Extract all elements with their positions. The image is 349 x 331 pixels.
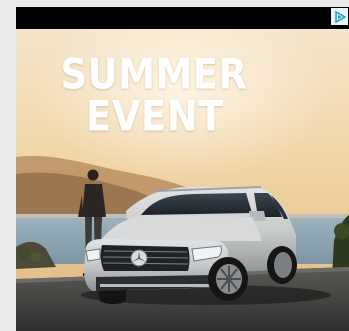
ad-headline: SUMMER EVENT	[16, 52, 278, 139]
advertisement-banner[interactable]: SUMMER EVENT	[16, 7, 349, 331]
ad-top-bar	[16, 7, 349, 29]
headline-line-1: SUMMER	[60, 50, 248, 99]
ad-scene-image[interactable]: SUMMER EVENT	[16, 29, 349, 331]
headline-line-2: EVENT	[86, 92, 224, 141]
adchoices-button[interactable]	[331, 8, 348, 25]
adchoices-triangle-icon	[334, 10, 346, 23]
